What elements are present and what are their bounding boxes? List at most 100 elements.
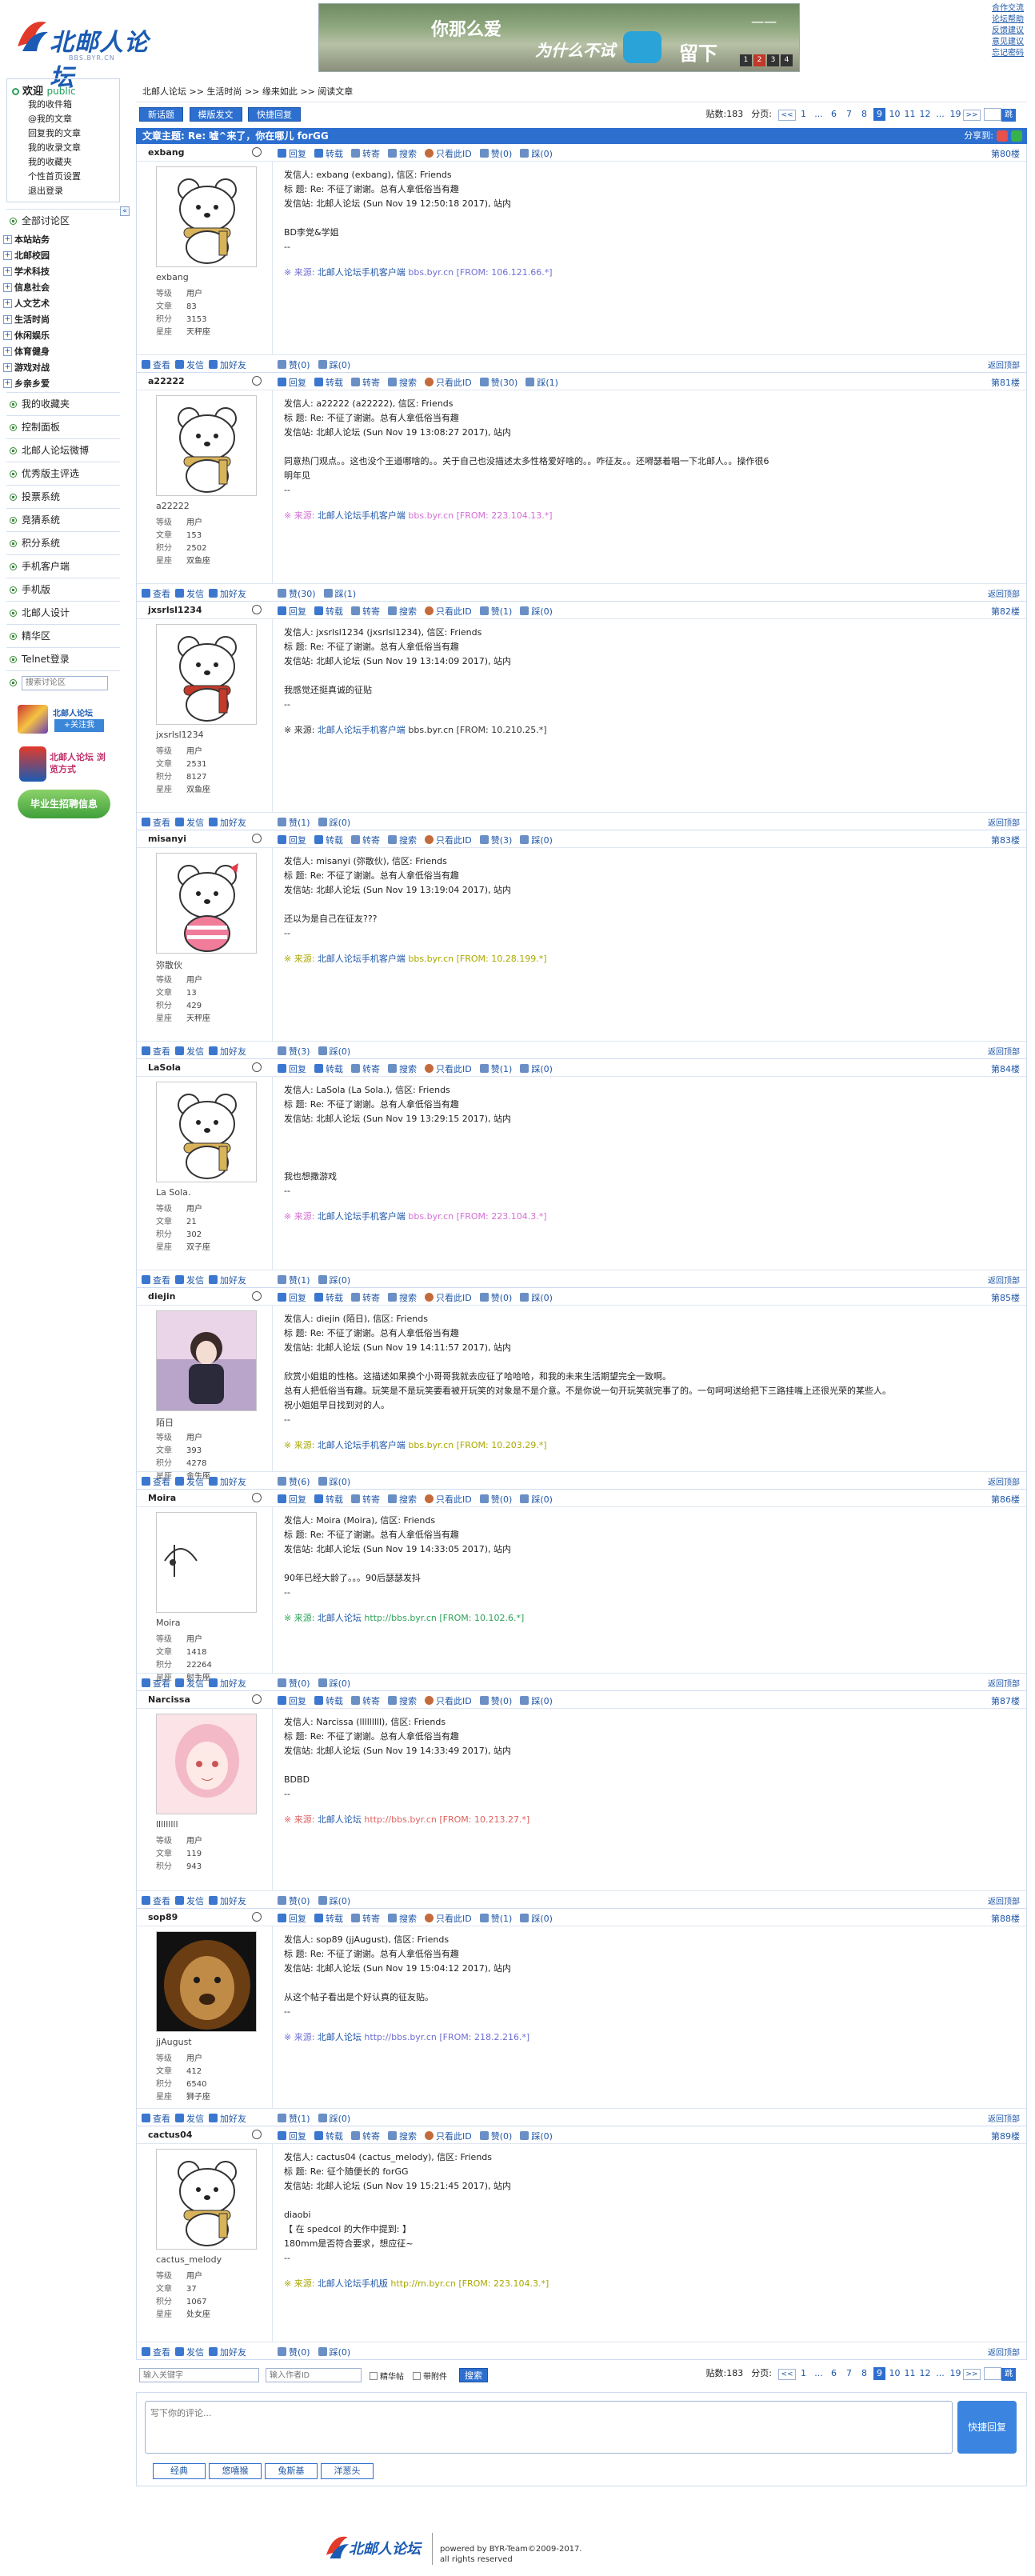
- search-button[interactable]: 搜索: [388, 2130, 417, 2142]
- dislike-button[interactable]: 踩(0): [520, 1062, 553, 1075]
- avatar[interactable]: [156, 166, 257, 267]
- transfer-button[interactable]: 转寄: [351, 1291, 380, 1304]
- top-link[interactable]: 意见建议: [976, 37, 1024, 48]
- page-link[interactable]: 1: [797, 108, 809, 121]
- like-button[interactable]: 赞(0): [479, 1694, 512, 1707]
- send-mail-button[interactable]: 发信: [175, 1677, 204, 1690]
- dislike-button[interactable]: 踩(0): [520, 1912, 553, 1925]
- page-link[interactable]: 9: [873, 2367, 885, 2380]
- like-button[interactable]: 赞(0): [479, 147, 512, 160]
- source-link[interactable]: 北邮人论坛: [318, 2032, 362, 2042]
- dislike-button[interactable]: 踩(0): [520, 1291, 553, 1304]
- reply-button[interactable]: 回复: [278, 834, 306, 846]
- page-link[interactable]: 11: [904, 2367, 916, 2380]
- weibo-ad[interactable]: 北邮人论坛 +关注我: [18, 705, 112, 737]
- send-mail-button[interactable]: 发信: [175, 1045, 204, 1058]
- only-this-id-button[interactable]: 只看此ID: [425, 2130, 472, 2142]
- reply-button[interactable]: 回复: [278, 1291, 306, 1304]
- floor-number[interactable]: 第84楼: [991, 1062, 1020, 1075]
- footer-like-button[interactable]: 赞(1): [278, 2112, 310, 2125]
- post-author-id[interactable]: LaSola: [148, 1062, 181, 1073]
- sidebar-section[interactable]: Telnet登录: [6, 647, 120, 670]
- sidebar-section[interactable]: 手机版: [6, 578, 120, 601]
- floor-number[interactable]: 第80楼: [991, 147, 1020, 160]
- view-profile-button[interactable]: 查看: [142, 2112, 170, 2125]
- page-jump-input[interactable]: [984, 108, 1001, 121]
- user-link[interactable]: 我的收录文章: [12, 141, 114, 155]
- page-link[interactable]: 10: [889, 108, 901, 121]
- sidebar-section[interactable]: 精华区: [6, 624, 120, 647]
- sidebar-section[interactable]: 优秀版主评选: [6, 462, 120, 485]
- view-profile-button[interactable]: 查看: [142, 587, 170, 600]
- search-button[interactable]: 搜索: [388, 834, 417, 846]
- add-friend-button[interactable]: 加好友: [209, 1677, 246, 1690]
- source-link[interactable]: 北邮人论坛: [318, 1814, 362, 1825]
- footer-dislike-button[interactable]: 踩(0): [318, 1677, 350, 1690]
- dislike-button[interactable]: 踩(0): [520, 834, 553, 846]
- board-link[interactable]: 信息社会: [0, 280, 128, 296]
- share-renren-icon[interactable]: [1011, 130, 1022, 142]
- page-link[interactable]: 12: [919, 108, 931, 121]
- like-button[interactable]: 赞(30): [479, 376, 518, 389]
- top-link[interactable]: 合作交流: [976, 3, 1024, 14]
- search-button[interactable]: 搜索: [388, 1694, 417, 1707]
- footer-like-button[interactable]: 赞(3): [278, 1045, 310, 1058]
- like-button[interactable]: 赞(0): [479, 1291, 512, 1304]
- page-jump-input[interactable]: [984, 2367, 1001, 2380]
- post-author-id[interactable]: diejin: [148, 1291, 175, 1302]
- view-profile-button[interactable]: 查看: [142, 2346, 170, 2358]
- post-author-id[interactable]: exbang: [148, 147, 185, 158]
- avatar[interactable]: [156, 1714, 257, 1814]
- board-search-input[interactable]: [22, 675, 108, 690]
- back-to-top-link[interactable]: 返回顶部: [988, 1274, 1020, 1286]
- back-to-top-link[interactable]: 返回顶部: [988, 1475, 1020, 1487]
- back-to-top-link[interactable]: 返回顶部: [988, 1045, 1020, 1057]
- add-friend-button[interactable]: 加好友: [209, 2112, 246, 2125]
- breadcrumb-link[interactable]: 缘来如此: [262, 86, 298, 97]
- banner-page[interactable]: 2: [753, 54, 765, 66]
- back-to-top-link[interactable]: 返回顶部: [988, 587, 1020, 599]
- search-button[interactable]: 搜索: [388, 1291, 417, 1304]
- page-link[interactable]: 19: [949, 108, 961, 121]
- new-topic-button[interactable]: 新话题: [139, 107, 183, 122]
- page-link[interactable]: 8: [858, 108, 870, 121]
- footer-dislike-button[interactable]: 踩(0): [318, 2346, 350, 2358]
- post-author-id[interactable]: sop89: [148, 1912, 178, 1922]
- floor-number[interactable]: 第85楼: [991, 1291, 1020, 1304]
- add-friend-button[interactable]: 加好友: [209, 1045, 246, 1058]
- username[interactable]: public: [47, 86, 76, 97]
- footer-dislike-button[interactable]: 踩(1): [323, 587, 356, 600]
- dislike-button[interactable]: 踩(0): [520, 2130, 553, 2142]
- emoticon-tab[interactable]: 兔斯基: [265, 2463, 318, 2479]
- reply-button[interactable]: 回复: [278, 1493, 306, 1506]
- emoticon-tab[interactable]: 洋葱头: [321, 2463, 374, 2479]
- footer-dislike-button[interactable]: 踩(0): [318, 358, 350, 371]
- page-link[interactable]: 12: [919, 2367, 931, 2380]
- board-link[interactable]: 乡亲乡爱: [0, 376, 128, 392]
- ad-banner[interactable]: 你那么爱 为什么不试 留下 一一 1 2 3 4: [318, 3, 800, 72]
- user-link[interactable]: 我的收藏夹: [12, 155, 114, 170]
- dislike-button[interactable]: 踩(0): [520, 1694, 553, 1707]
- only-this-id-button[interactable]: 只看此ID: [425, 1493, 472, 1506]
- page-link[interactable]: 6: [828, 108, 840, 121]
- prev-page-button[interactable]: <<: [778, 2369, 796, 2380]
- transfer-button[interactable]: 转寄: [351, 834, 380, 846]
- like-button[interactable]: 赞(1): [479, 1912, 512, 1925]
- board-link[interactable]: 休闲娱乐: [0, 328, 128, 344]
- follow-button[interactable]: +关注我: [54, 719, 104, 732]
- sidebar-section[interactable]: 控制面板: [6, 415, 120, 438]
- page-jump-button[interactable]: 跳: [1001, 109, 1016, 122]
- transfer-button[interactable]: 转寄: [351, 1493, 380, 1506]
- page-link[interactable]: 19: [949, 2367, 961, 2380]
- user-link[interactable]: 我的收件箱: [12, 98, 114, 112]
- floor-number[interactable]: 第83楼: [991, 834, 1020, 846]
- quick-reply-submit-button[interactable]: 快捷回复: [957, 2401, 1017, 2454]
- only-this-id-button[interactable]: 只看此ID: [425, 147, 472, 160]
- floor-number[interactable]: 第86楼: [991, 1493, 1020, 1506]
- back-to-top-link[interactable]: 返回顶部: [988, 2112, 1020, 2124]
- like-button[interactable]: 赞(0): [479, 1493, 512, 1506]
- reply-button[interactable]: 回复: [278, 147, 306, 160]
- only-this-id-button[interactable]: 只看此ID: [425, 605, 472, 618]
- avatar[interactable]: [156, 1310, 257, 1411]
- transfer-button[interactable]: 转寄: [351, 1912, 380, 1925]
